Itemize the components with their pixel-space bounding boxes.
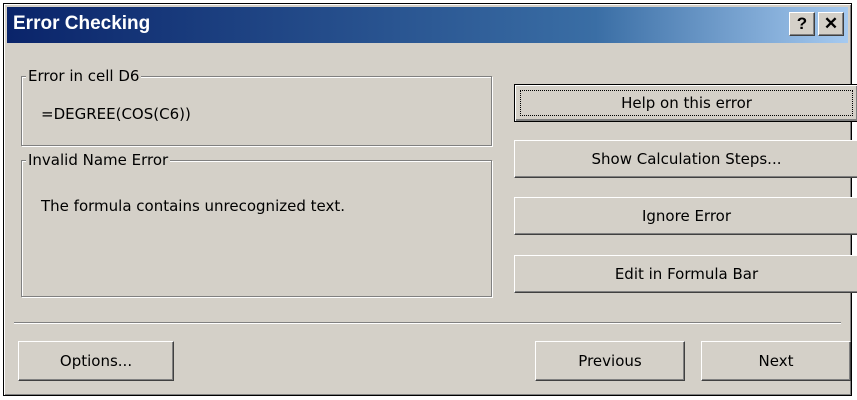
separator [14, 322, 841, 324]
dialog-title: Error Checking [13, 13, 151, 34]
error-cell-legend: Error in cell D6 [26, 66, 142, 86]
edit-in-formula-bar-button[interactable]: Edit in Formula Bar [514, 255, 857, 293]
error-type-group: Invalid Name Error The formula contains … [21, 150, 492, 297]
show-calculation-steps-label: Show Calculation Steps... [591, 150, 782, 168]
ignore-error-label: Ignore Error [641, 207, 732, 225]
error-checking-dialog: Error Checking ? ✕ Error in cell D6 =DEG… [3, 3, 857, 396]
help-icon[interactable]: ? [789, 12, 815, 36]
error-cell-group: Error in cell D6 =DEGREE(COS(C6)) [21, 66, 492, 146]
options-button[interactable]: Options... [18, 341, 174, 381]
next-label: Next [758, 352, 794, 370]
show-calculation-steps-button[interactable]: Show Calculation Steps... [514, 140, 857, 178]
next-button[interactable]: Next [701, 341, 851, 381]
edit-in-formula-bar-label: Edit in Formula Bar [614, 265, 759, 283]
title-bar[interactable]: Error Checking ? ✕ [7, 7, 848, 43]
help-on-error-button[interactable]: Help on this error [514, 84, 857, 122]
options-label: Options... [59, 352, 133, 370]
previous-label: Previous [578, 352, 642, 370]
ignore-error-button[interactable]: Ignore Error [514, 197, 857, 235]
error-description: The formula contains unrecognized text. [41, 197, 345, 215]
focus-indicator [520, 90, 853, 116]
error-formula: =DEGREE(COS(C6)) [41, 105, 191, 123]
close-icon[interactable]: ✕ [818, 12, 844, 36]
error-type-legend: Invalid Name Error [26, 150, 171, 170]
previous-button[interactable]: Previous [535, 341, 685, 381]
